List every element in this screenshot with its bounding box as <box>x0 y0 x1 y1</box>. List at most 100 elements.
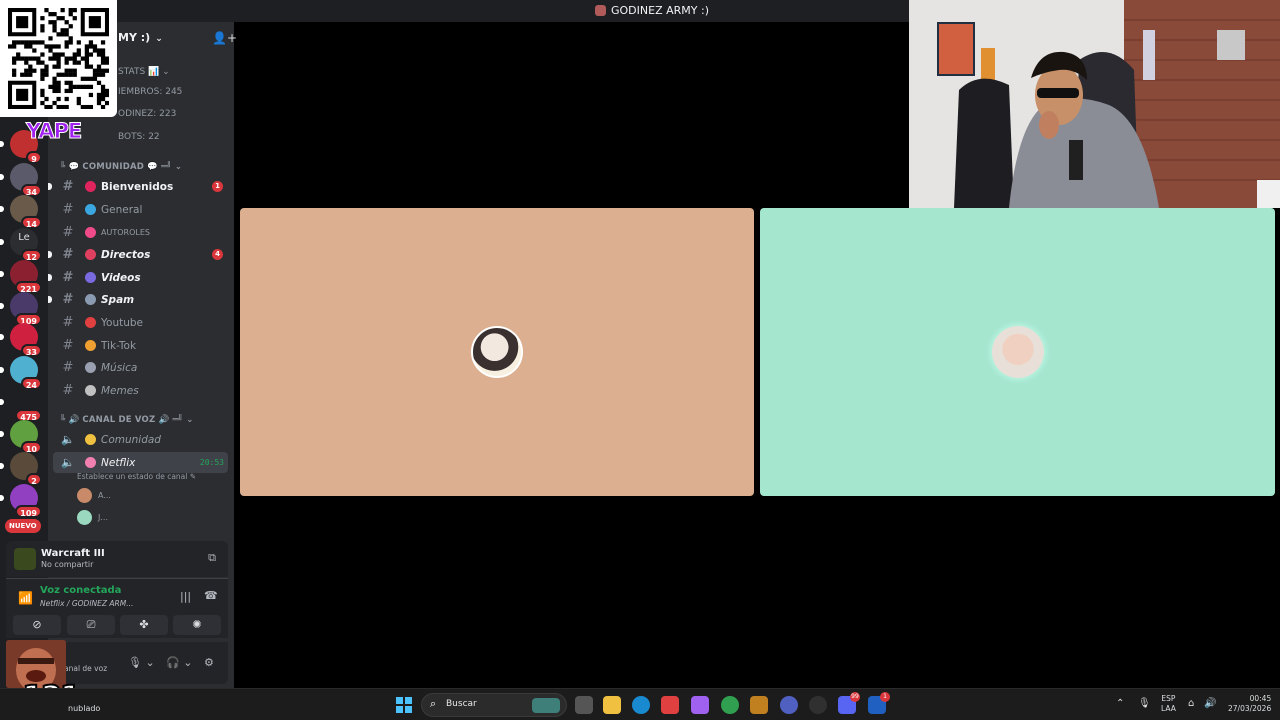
hash-icon: # <box>62 338 74 353</box>
search-placeholder: Buscar <box>446 699 477 709</box>
nuevo-badge[interactable]: NUEVO <box>5 519 41 533</box>
mention-badge: 1 <box>212 181 223 192</box>
invite-people-icon[interactable]: 👤+ <box>212 31 237 45</box>
voice-channel-label: Netflix <box>101 456 136 469</box>
headphones-icon[interactable]: 🎧 ⌄ <box>166 656 192 669</box>
video-tile-user-2[interactable] <box>760 208 1275 496</box>
voice-duration: 20:53 <box>199 458 224 467</box>
avatar <box>471 326 523 378</box>
voice-channel-label: Comunidad <box>101 433 161 446</box>
server-icon[interactable]: 10 <box>0 420 42 454</box>
channel-general[interactable]: # General <box>53 199 228 220</box>
voice-channel-netflix[interactable]: 🔈 Netflix 20:53 <box>53 452 228 473</box>
server-icon[interactable]: 24 <box>0 356 42 390</box>
channel-m-sica[interactable]: # Música <box>53 357 228 378</box>
channel-status-prompt[interactable]: Establece un estado de canal ✎ <box>77 472 196 481</box>
chevron-up-icon[interactable]: ⌃ <box>1116 698 1124 709</box>
activities-button[interactable]: ✤ <box>120 615 168 635</box>
activity-panel: Warcraft III No compartir ⧉ <box>6 541 228 577</box>
settings-gear-icon[interactable]: ⚙ <box>204 656 214 669</box>
stats-category[interactable]: STATS 📊 ⌄ <box>118 67 170 77</box>
weather-widget[interactable]: nublado <box>68 704 100 713</box>
channel-youtube[interactable]: # Youtube <box>53 312 228 333</box>
hash-icon: # <box>62 179 74 194</box>
server-icon[interactable]: Le 12 <box>0 228 42 262</box>
channel-tik-tok[interactable]: # Tik-Tok <box>53 335 228 356</box>
channel-emoji-icon <box>85 362 96 373</box>
clock[interactable]: 00:45 27/03/2026 <box>1228 694 1271 714</box>
file-explorer-icon[interactable] <box>603 696 621 714</box>
channel-memes[interactable]: # Memes <box>53 380 228 401</box>
windows-start-icon[interactable] <box>396 697 412 713</box>
soundboard-button[interactable]: ✺ <box>173 615 221 635</box>
avatar <box>77 510 92 525</box>
copilot-icon[interactable] <box>691 696 709 714</box>
stat-members[interactable]: IEMBROS: 245 <box>118 87 182 97</box>
server-icon[interactable]: 109 <box>0 292 42 326</box>
task-view-icon[interactable] <box>575 696 593 714</box>
stat-godinez[interactable]: ODINEZ: 223 <box>118 109 176 119</box>
voice-user[interactable]: A... <box>77 488 111 503</box>
server-icon[interactable]: 221 <box>0 260 42 294</box>
microphone-icon[interactable]: 🎙 ⌄ <box>128 656 155 669</box>
voice-status[interactable]: Voz conectada <box>40 585 121 596</box>
camera-off-icon: ⊘ <box>32 618 42 631</box>
server-icon[interactable]: 14 <box>0 195 42 229</box>
edge-icon[interactable] <box>632 696 650 714</box>
server-badge: 9 <box>26 151 42 164</box>
voice-channel-comunidad[interactable]: 🔈 Comunidad <box>53 429 228 450</box>
microphone-tray-icon[interactable]: 🎙 <box>1138 698 1151 709</box>
voice-user[interactable]: J... <box>77 510 108 525</box>
channel-emoji-icon <box>85 457 96 468</box>
hash-icon: # <box>62 292 74 307</box>
channel-directos[interactable]: # Directos 4 <box>48 244 228 265</box>
server-name-header[interactable]: MY :) ⌄ <box>118 31 163 44</box>
chrome-icon[interactable] <box>721 696 739 714</box>
hash-icon: # <box>62 315 74 330</box>
channel-label: AUTOROLES <box>101 228 150 237</box>
messenger-icon[interactable]: 1 <box>868 692 890 714</box>
snipping-tool-icon[interactable] <box>661 696 679 714</box>
clock-date: 27/03/2026 <box>1228 704 1272 713</box>
voice-user-name: J... <box>98 513 108 522</box>
channel-autoroles[interactable]: # AUTOROLES <box>53 222 228 243</box>
taskbar-search[interactable]: ⌕ Buscar <box>421 693 567 717</box>
channel-emoji-icon <box>85 294 96 305</box>
network-icon[interactable]: ⌂ <box>1188 698 1194 709</box>
browser-icon[interactable] <box>780 696 798 714</box>
channel-emoji-icon <box>85 385 96 396</box>
channel-label: Bienvenidos <box>101 180 174 193</box>
user-status[interactable]: anal de voz <box>64 664 107 673</box>
channel-spam[interactable]: # Spam <box>48 289 228 310</box>
server-icon[interactable]: 34 <box>0 163 42 197</box>
stats-label: STATS <box>118 67 146 77</box>
volume-icon[interactable]: 🔊 <box>1204 698 1216 709</box>
signal-icon[interactable]: 📶 <box>18 591 33 605</box>
mention-badge: 4 <box>212 249 223 260</box>
video-tile-user-1[interactable] <box>240 208 754 496</box>
share-screen-icon[interactable]: ⧉ <box>208 551 216 565</box>
channel-videos[interactable]: # Videos <box>48 267 228 288</box>
speaker-live-icon: 🔈 <box>61 456 75 469</box>
share-screen-button[interactable]: ⎚ <box>67 615 115 635</box>
server-icon[interactable]: 109 <box>0 484 42 518</box>
stat-bots[interactable]: BOTS: 22 <box>118 132 160 142</box>
camera-off-button[interactable]: ⊘ <box>13 615 61 635</box>
category-comunidad[interactable]: ╚ 💬 COMUNIDAD 💬 ═╝ ⌄ <box>60 162 182 172</box>
disconnect-icon[interactable]: ☎ <box>204 589 218 602</box>
channel-emoji-icon <box>85 317 96 328</box>
warcraft-icon[interactable] <box>750 696 768 714</box>
server-icon[interactable]: 2 <box>0 452 42 486</box>
category-canal-de-voz[interactable]: ╚ 🔊 CANAL DE VOZ 🔊 ═╝ ⌄ <box>60 415 194 425</box>
language-indicator[interactable]: ESP LAA <box>1161 694 1176 714</box>
voice-user-name: A... <box>98 491 111 500</box>
discord-icon[interactable]: 99 <box>838 692 860 714</box>
server-icon[interactable]: 475 <box>0 388 42 422</box>
server-icon[interactable]: 33 <box>0 323 42 357</box>
channel-bienvenidos[interactable]: # Bienvenidos 1 <box>48 176 228 197</box>
yape-logo: YAPE <box>25 119 82 144</box>
obs-icon[interactable] <box>809 696 827 714</box>
noise-suppression-icon[interactable]: ||| <box>180 590 191 603</box>
voice-location[interactable]: Netflix / GODINEZ ARM... <box>40 599 133 608</box>
category-voz-label: CANAL DE VOZ <box>82 415 156 425</box>
